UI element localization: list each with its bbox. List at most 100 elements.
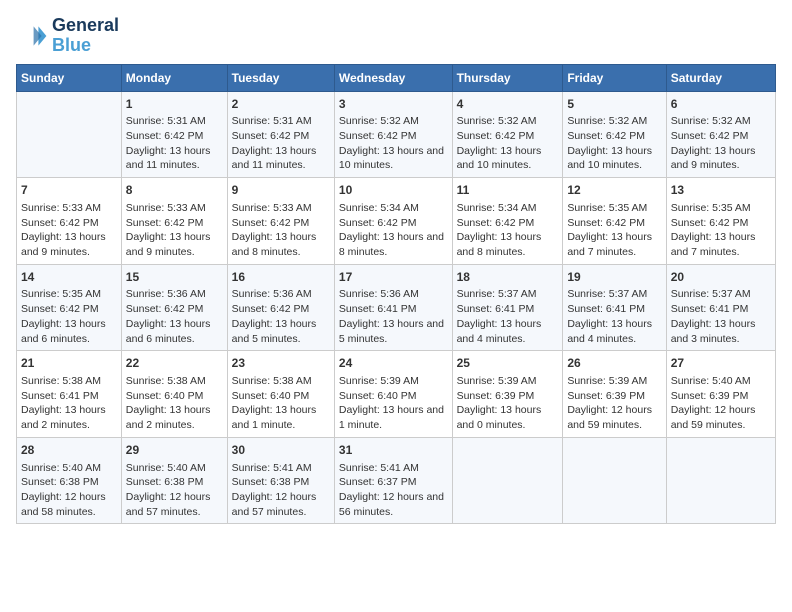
cell-info: Sunrise: 5:36 AMSunset: 6:41 PMDaylight:…: [339, 287, 448, 346]
day-number: 26: [567, 355, 661, 372]
calendar-cell: 2 Sunrise: 5:31 AMSunset: 6:42 PMDayligh…: [227, 91, 334, 178]
cell-info: Sunrise: 5:32 AMSunset: 6:42 PMDaylight:…: [567, 114, 661, 173]
week-row-1: 1 Sunrise: 5:31 AMSunset: 6:42 PMDayligh…: [17, 91, 776, 178]
day-number: 28: [21, 442, 117, 459]
calendar-cell: 1 Sunrise: 5:31 AMSunset: 6:42 PMDayligh…: [121, 91, 227, 178]
day-number: 15: [126, 269, 223, 286]
day-number: 30: [232, 442, 330, 459]
day-number: 25: [457, 355, 559, 372]
column-header-wednesday: Wednesday: [334, 64, 452, 91]
cell-info: Sunrise: 5:39 AMSunset: 6:40 PMDaylight:…: [339, 374, 448, 433]
calendar-cell: 28 Sunrise: 5:40 AMSunset: 6:38 PMDaylig…: [17, 437, 122, 524]
day-number: 11: [457, 182, 559, 199]
day-number: 29: [126, 442, 223, 459]
calendar-cell: 25 Sunrise: 5:39 AMSunset: 6:39 PMDaylig…: [452, 351, 563, 438]
day-number: 13: [671, 182, 771, 199]
calendar-cell: 17 Sunrise: 5:36 AMSunset: 6:41 PMDaylig…: [334, 264, 452, 351]
column-header-saturday: Saturday: [666, 64, 775, 91]
column-header-sunday: Sunday: [17, 64, 122, 91]
day-number: 23: [232, 355, 330, 372]
cell-info: Sunrise: 5:37 AMSunset: 6:41 PMDaylight:…: [671, 287, 771, 346]
week-row-5: 28 Sunrise: 5:40 AMSunset: 6:38 PMDaylig…: [17, 437, 776, 524]
cell-info: Sunrise: 5:41 AMSunset: 6:38 PMDaylight:…: [232, 461, 330, 520]
calendar-cell: 21 Sunrise: 5:38 AMSunset: 6:41 PMDaylig…: [17, 351, 122, 438]
cell-info: Sunrise: 5:35 AMSunset: 6:42 PMDaylight:…: [671, 201, 771, 260]
cell-info: Sunrise: 5:38 AMSunset: 6:41 PMDaylight:…: [21, 374, 117, 433]
day-number: 12: [567, 182, 661, 199]
calendar-table: SundayMondayTuesdayWednesdayThursdayFrid…: [16, 64, 776, 525]
day-number: 18: [457, 269, 559, 286]
column-header-tuesday: Tuesday: [227, 64, 334, 91]
calendar-cell: 20 Sunrise: 5:37 AMSunset: 6:41 PMDaylig…: [666, 264, 775, 351]
calendar-cell: 3 Sunrise: 5:32 AMSunset: 6:42 PMDayligh…: [334, 91, 452, 178]
header-row: SundayMondayTuesdayWednesdayThursdayFrid…: [17, 64, 776, 91]
calendar-cell: 24 Sunrise: 5:39 AMSunset: 6:40 PMDaylig…: [334, 351, 452, 438]
cell-info: Sunrise: 5:35 AMSunset: 6:42 PMDaylight:…: [21, 287, 117, 346]
week-row-3: 14 Sunrise: 5:35 AMSunset: 6:42 PMDaylig…: [17, 264, 776, 351]
day-number: 5: [567, 96, 661, 113]
logo-text: General Blue: [52, 16, 119, 56]
cell-info: Sunrise: 5:38 AMSunset: 6:40 PMDaylight:…: [232, 374, 330, 433]
calendar-cell: [563, 437, 666, 524]
cell-info: Sunrise: 5:32 AMSunset: 6:42 PMDaylight:…: [671, 114, 771, 173]
page-header: General Blue: [16, 16, 776, 56]
calendar-cell: 13 Sunrise: 5:35 AMSunset: 6:42 PMDaylig…: [666, 178, 775, 265]
calendar-cell: 18 Sunrise: 5:37 AMSunset: 6:41 PMDaylig…: [452, 264, 563, 351]
cell-info: Sunrise: 5:33 AMSunset: 6:42 PMDaylight:…: [21, 201, 117, 260]
calendar-cell: 31 Sunrise: 5:41 AMSunset: 6:37 PMDaylig…: [334, 437, 452, 524]
calendar-cell: 23 Sunrise: 5:38 AMSunset: 6:40 PMDaylig…: [227, 351, 334, 438]
cell-info: Sunrise: 5:32 AMSunset: 6:42 PMDaylight:…: [339, 114, 448, 173]
cell-info: Sunrise: 5:40 AMSunset: 6:38 PMDaylight:…: [21, 461, 117, 520]
calendar-cell: 19 Sunrise: 5:37 AMSunset: 6:41 PMDaylig…: [563, 264, 666, 351]
calendar-cell: 29 Sunrise: 5:40 AMSunset: 6:38 PMDaylig…: [121, 437, 227, 524]
cell-info: Sunrise: 5:31 AMSunset: 6:42 PMDaylight:…: [126, 114, 223, 173]
cell-info: Sunrise: 5:37 AMSunset: 6:41 PMDaylight:…: [457, 287, 559, 346]
day-number: 24: [339, 355, 448, 372]
cell-info: Sunrise: 5:32 AMSunset: 6:42 PMDaylight:…: [457, 114, 559, 173]
cell-info: Sunrise: 5:37 AMSunset: 6:41 PMDaylight:…: [567, 287, 661, 346]
calendar-cell: 11 Sunrise: 5:34 AMSunset: 6:42 PMDaylig…: [452, 178, 563, 265]
calendar-cell: [452, 437, 563, 524]
day-number: 9: [232, 182, 330, 199]
calendar-cell: 12 Sunrise: 5:35 AMSunset: 6:42 PMDaylig…: [563, 178, 666, 265]
day-number: 8: [126, 182, 223, 199]
day-number: 22: [126, 355, 223, 372]
calendar-cell: 10 Sunrise: 5:34 AMSunset: 6:42 PMDaylig…: [334, 178, 452, 265]
day-number: 2: [232, 96, 330, 113]
day-number: 6: [671, 96, 771, 113]
calendar-cell: 8 Sunrise: 5:33 AMSunset: 6:42 PMDayligh…: [121, 178, 227, 265]
calendar-body: 1 Sunrise: 5:31 AMSunset: 6:42 PMDayligh…: [17, 91, 776, 524]
day-number: 31: [339, 442, 448, 459]
calendar-cell: [666, 437, 775, 524]
day-number: 20: [671, 269, 771, 286]
cell-info: Sunrise: 5:36 AMSunset: 6:42 PMDaylight:…: [232, 287, 330, 346]
cell-info: Sunrise: 5:33 AMSunset: 6:42 PMDaylight:…: [126, 201, 223, 260]
day-number: 4: [457, 96, 559, 113]
day-number: 16: [232, 269, 330, 286]
calendar-cell: 30 Sunrise: 5:41 AMSunset: 6:38 PMDaylig…: [227, 437, 334, 524]
cell-info: Sunrise: 5:33 AMSunset: 6:42 PMDaylight:…: [232, 201, 330, 260]
day-number: 17: [339, 269, 448, 286]
cell-info: Sunrise: 5:35 AMSunset: 6:42 PMDaylight:…: [567, 201, 661, 260]
calendar-cell: 27 Sunrise: 5:40 AMSunset: 6:39 PMDaylig…: [666, 351, 775, 438]
day-number: 10: [339, 182, 448, 199]
cell-info: Sunrise: 5:39 AMSunset: 6:39 PMDaylight:…: [457, 374, 559, 433]
day-number: 27: [671, 355, 771, 372]
calendar-cell: 9 Sunrise: 5:33 AMSunset: 6:42 PMDayligh…: [227, 178, 334, 265]
cell-info: Sunrise: 5:34 AMSunset: 6:42 PMDaylight:…: [457, 201, 559, 260]
cell-info: Sunrise: 5:40 AMSunset: 6:38 PMDaylight:…: [126, 461, 223, 520]
calendar-cell: 14 Sunrise: 5:35 AMSunset: 6:42 PMDaylig…: [17, 264, 122, 351]
cell-info: Sunrise: 5:41 AMSunset: 6:37 PMDaylight:…: [339, 461, 448, 520]
calendar-cell: [17, 91, 122, 178]
calendar-cell: 6 Sunrise: 5:32 AMSunset: 6:42 PMDayligh…: [666, 91, 775, 178]
calendar-cell: 26 Sunrise: 5:39 AMSunset: 6:39 PMDaylig…: [563, 351, 666, 438]
calendar-header: SundayMondayTuesdayWednesdayThursdayFrid…: [17, 64, 776, 91]
day-number: 1: [126, 96, 223, 113]
week-row-2: 7 Sunrise: 5:33 AMSunset: 6:42 PMDayligh…: [17, 178, 776, 265]
day-number: 3: [339, 96, 448, 113]
column-header-friday: Friday: [563, 64, 666, 91]
cell-info: Sunrise: 5:40 AMSunset: 6:39 PMDaylight:…: [671, 374, 771, 433]
day-number: 14: [21, 269, 117, 286]
calendar-cell: 15 Sunrise: 5:36 AMSunset: 6:42 PMDaylig…: [121, 264, 227, 351]
calendar-cell: 5 Sunrise: 5:32 AMSunset: 6:42 PMDayligh…: [563, 91, 666, 178]
